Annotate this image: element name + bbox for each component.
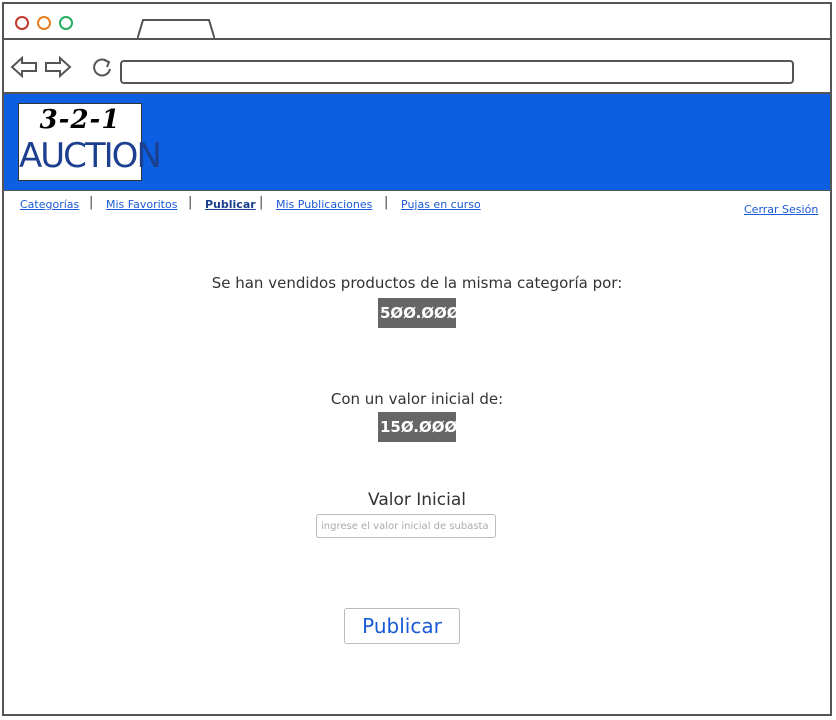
- nav-mis-favoritos[interactable]: Mis Favoritos: [106, 198, 177, 211]
- reload-icon[interactable]: [90, 56, 114, 78]
- menu-separator: |: [188, 195, 193, 210]
- initial-value-label: Con un valor inicial de:: [330, 390, 504, 408]
- menu-separator: |: [89, 195, 94, 210]
- site-header: 3-2-1 AUCTION: [4, 94, 830, 190]
- back-arrow-icon[interactable]: [10, 56, 38, 78]
- close-window-icon[interactable]: [15, 16, 29, 30]
- maximize-window-icon[interactable]: [59, 16, 73, 30]
- main-menu: Categorías | Mis Favoritos | Publicar | …: [4, 190, 830, 217]
- menu-separator: |: [259, 195, 264, 210]
- browser-window: 3-2-1 AUCTION Categorías | Mis Favoritos…: [2, 2, 832, 716]
- initial-value-wrap: 15Ø.ØØØ: [4, 412, 830, 442]
- nav-mis-publicaciones[interactable]: Mis Publicaciones: [276, 198, 372, 211]
- title-bar: [4, 4, 830, 40]
- initial-value-badge: 15Ø.ØØØ: [378, 412, 457, 442]
- browser-tab[interactable]: [137, 19, 215, 40]
- sold-value-wrap: 5ØØ.ØØØ: [4, 298, 830, 328]
- browser-toolbar: [4, 40, 830, 94]
- sold-label: Se han vendidos productos de la misma ca…: [211, 274, 623, 292]
- logo-number: 3-2-1: [39, 105, 121, 135]
- minimize-window-icon[interactable]: [37, 16, 51, 30]
- nav-categorias[interactable]: Categorías: [20, 198, 79, 211]
- valor-inicial-label: Valor Inicial: [368, 490, 466, 510]
- logo-text: AUCTION: [19, 136, 162, 176]
- site-logo[interactable]: 3-2-1 AUCTION: [18, 103, 162, 181]
- nav-pujas-en-curso[interactable]: Pujas en curso: [401, 198, 481, 211]
- nav-publicar[interactable]: Publicar: [205, 198, 256, 211]
- valor-inicial-input[interactable]: [316, 514, 496, 538]
- publicar-button[interactable]: Publicar: [344, 608, 460, 644]
- sold-value-badge: 5ØØ.ØØØ: [378, 298, 460, 328]
- menu-separator: |: [384, 195, 389, 210]
- forward-arrow-icon[interactable]: [44, 56, 72, 78]
- address-bar[interactable]: [120, 60, 794, 84]
- logout-link[interactable]: Cerrar Sesión: [744, 203, 818, 216]
